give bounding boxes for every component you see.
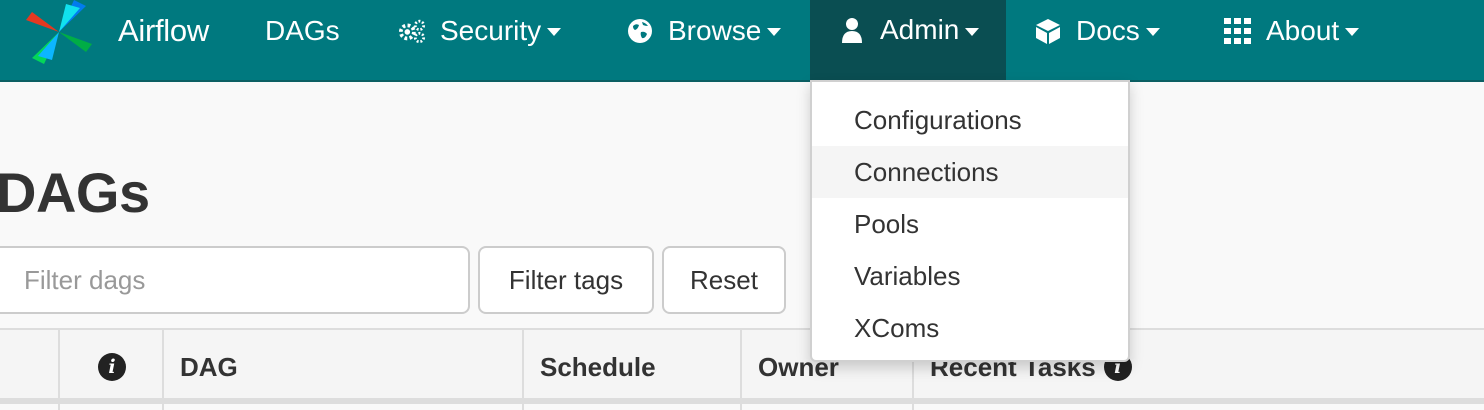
page-title: DAGs bbox=[0, 161, 150, 224]
column-divider bbox=[522, 404, 524, 410]
brand-link[interactable]: Airflow bbox=[22, 0, 209, 64]
nav-admin[interactable]: Admin bbox=[810, 0, 1006, 80]
chevron-down-icon bbox=[1345, 28, 1360, 36]
nav-about[interactable]: About bbox=[1224, 0, 1360, 62]
nav-dags[interactable]: DAGs bbox=[265, 0, 340, 62]
filter-dags-input[interactable] bbox=[0, 246, 470, 314]
brand-name: Airflow bbox=[118, 13, 209, 48]
cube-icon bbox=[1034, 17, 1062, 45]
menu-item-configurations[interactable]: Configurations bbox=[812, 94, 1128, 146]
column-header-schedule: Schedule bbox=[522, 330, 742, 404]
dags-table-header: i DAG Schedule Owner Recent Tasks i bbox=[0, 328, 1484, 404]
chevron-down-icon bbox=[1145, 28, 1160, 36]
nav-docs[interactable]: Docs bbox=[1034, 0, 1160, 62]
nav-dags-label: DAGs bbox=[265, 15, 340, 46]
info-circle-icon[interactable]: i bbox=[98, 353, 126, 381]
gears-icon bbox=[398, 17, 426, 45]
chevron-down-icon bbox=[767, 28, 782, 36]
menu-item-pools[interactable]: Pools bbox=[812, 198, 1128, 250]
airflow-logo-icon bbox=[22, 0, 96, 64]
reset-button[interactable]: Reset bbox=[662, 246, 786, 314]
admin-dropdown-menu: Configurations Connections Pools Variabl… bbox=[810, 80, 1130, 362]
column-header-toggle bbox=[0, 330, 60, 404]
column-header-info: i bbox=[58, 330, 164, 404]
menu-item-connections[interactable]: Connections bbox=[812, 146, 1128, 198]
nav-admin-label: Admin bbox=[880, 14, 960, 45]
column-header-dag[interactable]: DAG bbox=[162, 330, 524, 404]
user-icon bbox=[838, 16, 866, 44]
nav-browse-label: Browse bbox=[668, 15, 762, 46]
nav-docs-label: Docs bbox=[1076, 15, 1140, 46]
menu-item-variables[interactable]: Variables bbox=[812, 250, 1128, 302]
table-row bbox=[0, 404, 1484, 410]
filter-tags-button[interactable]: Filter tags bbox=[478, 246, 654, 314]
top-navbar: Airflow DAGs Security Browse Admin Docs … bbox=[0, 0, 1484, 82]
grid-icon bbox=[1224, 17, 1252, 45]
column-divider bbox=[740, 404, 742, 410]
column-divider bbox=[912, 404, 914, 410]
globe-icon bbox=[626, 17, 654, 45]
nav-security-label: Security bbox=[440, 15, 542, 46]
nav-browse[interactable]: Browse bbox=[626, 0, 782, 62]
column-divider bbox=[58, 404, 60, 410]
nav-security[interactable]: Security bbox=[398, 0, 562, 62]
menu-item-xcoms[interactable]: XComs bbox=[812, 302, 1128, 354]
chevron-down-icon bbox=[965, 28, 980, 36]
nav-about-label: About bbox=[1266, 15, 1340, 46]
chevron-down-icon bbox=[547, 28, 562, 36]
column-divider bbox=[162, 404, 164, 410]
